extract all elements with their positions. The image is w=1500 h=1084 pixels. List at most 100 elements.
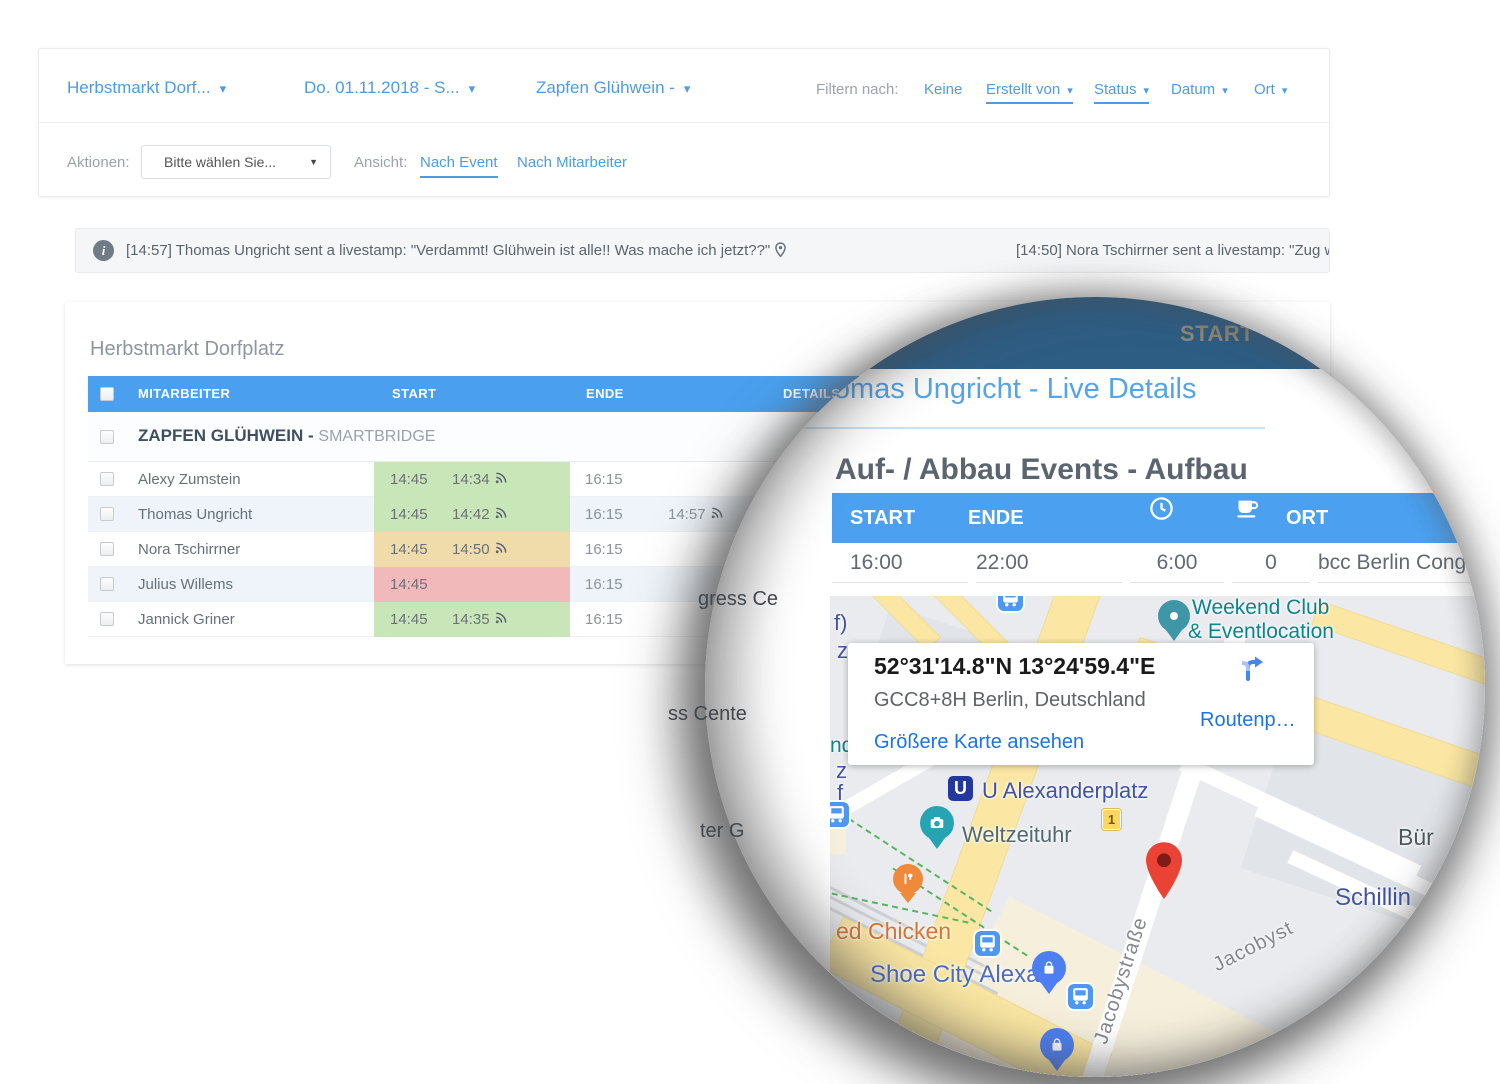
tab-by-employee[interactable]: Nach Mitarbeiter (517, 154, 627, 171)
group-checkbox[interactable] (100, 430, 114, 444)
transit-stop-icon[interactable] (998, 596, 1023, 611)
background-fragment: ss Cente (668, 703, 747, 726)
shop-label[interactable]: Shoe City Alexa (870, 961, 1039, 989)
background-fragment: gress Ce (698, 588, 778, 611)
row-checkbox[interactable] (100, 542, 114, 556)
chevron-down-icon (309, 146, 318, 178)
start-actual-time: 14:50 (452, 541, 490, 558)
poi-label[interactable]: & Eventlocation (1188, 620, 1334, 644)
livestamp-message-left[interactable]: [14:57] Thomas Ungricht sent a livestamp… (126, 242, 786, 261)
attraction-camera-pin[interactable] (920, 806, 954, 840)
row-checkbox[interactable] (100, 612, 114, 626)
tab-by-event[interactable]: Nach Event (420, 154, 498, 178)
detail-breaks: 0 (1232, 543, 1310, 583)
start-actual: 14:35 (452, 602, 508, 638)
restaurant-pin[interactable] (893, 864, 923, 894)
info-icon: i (93, 240, 114, 261)
details-time: 14:57 (668, 497, 724, 533)
livestamp-text: [14:57] Thomas Ungricht sent a livestamp… (126, 242, 770, 259)
background-fragment: ter G (700, 820, 744, 843)
attraction-label[interactable]: Weltzeituhr (962, 822, 1072, 848)
start-cell: 14:45 14:42 (374, 497, 570, 532)
start-actual-time: 14:35 (452, 611, 490, 628)
directions-icon[interactable] (1230, 647, 1266, 688)
filter-none[interactable]: Keine (924, 81, 962, 98)
location-pin-icon[interactable] (775, 242, 786, 261)
start-cell: 14:45 (374, 567, 570, 602)
nightlife-poi-pin[interactable] (1158, 600, 1190, 632)
job-dropdown[interactable]: Zapfen Glühwein - (536, 78, 690, 98)
col-start: START (832, 493, 968, 543)
detail-start: 16:00 (832, 543, 968, 583)
livestamp-rss-icon[interactable] (494, 463, 508, 498)
date-dropdown[interactable]: Do. 01.11.2018 - S... (304, 78, 475, 98)
destination-marker[interactable] (1141, 838, 1187, 909)
event-dropdown[interactable]: Herbstmarkt Dorf... (67, 78, 226, 98)
address: GCC8+8H Berlin, Deutschland (874, 689, 1146, 712)
actions-select[interactable]: Bitte wählen Sie... (141, 145, 331, 179)
view-label: Ansicht: (354, 154, 407, 171)
shopping-bag-pin[interactable] (1032, 951, 1066, 985)
select-all-checkbox[interactable] (100, 387, 114, 401)
start-planned: 14:45 (390, 462, 428, 497)
livestamp-rss-icon[interactable] (494, 603, 508, 638)
ubahn-logo-icon[interactable]: U (948, 776, 973, 801)
shopping-bag-pin[interactable] (1040, 1028, 1074, 1062)
start-cell: 14:45 14:50 (374, 532, 570, 567)
filter-location[interactable]: Ort (1254, 81, 1287, 98)
ende-time: 16:15 (585, 497, 623, 532)
col-start: START (392, 376, 436, 412)
transit-stop-icon[interactable] (830, 802, 849, 827)
filter-date[interactable]: Datum (1171, 81, 1228, 98)
ende-time: 16:15 (585, 462, 623, 497)
employee-name: Nora Tschirrner (138, 532, 240, 567)
ende-time: 16:15 (585, 567, 623, 602)
actions-label: Aktionen: (67, 154, 130, 171)
filter-label: Filtern nach: (816, 81, 899, 98)
edge-label: z (837, 638, 848, 664)
ende-time: 16:15 (585, 532, 623, 567)
livestamp-message-right[interactable]: [14:50] Nora Tschirrner sent a livestamp… (1016, 242, 1330, 259)
col-ende: ENDE (968, 493, 1114, 543)
transit-stop-icon[interactable] (975, 931, 1000, 956)
poi-label[interactable]: Weekend Club (1192, 596, 1329, 620)
toolbar-panel: Herbstmarkt Dorf... Do. 01.11.2018 - S..… (38, 48, 1330, 197)
col-mitarbeiter: MITARBEITER (138, 376, 230, 412)
restaurant-label[interactable]: ed Chicken (836, 918, 951, 945)
edge-label: f) (834, 610, 847, 636)
row-checkbox[interactable] (100, 577, 114, 591)
detail-ende: 22:00 (976, 543, 1122, 583)
livestamp-rss-icon[interactable] (710, 498, 724, 533)
start-actual-time: 14:34 (452, 471, 490, 488)
employee-name: Jannick Griner (138, 602, 235, 637)
row-checkbox[interactable] (100, 472, 114, 486)
page-title: Herbstmarkt Dorfplatz (90, 338, 285, 361)
larger-map-link[interactable]: Größere Karte ansehen (874, 731, 1084, 754)
street-name: Jacobyst (1210, 917, 1298, 977)
livestamp-rss-icon[interactable] (494, 533, 508, 568)
section-title: Auf- / Abbau Events - Aufbau (835, 453, 1248, 487)
ende-time: 16:15 (585, 602, 623, 637)
livestamp-rss-icon[interactable] (494, 498, 508, 533)
app-page: Herbstmarkt Dorf... Do. 01.11.2018 - S..… (0, 0, 1500, 1084)
row-checkbox[interactable] (100, 507, 114, 521)
group-company: SMARTBRIDGE (318, 428, 435, 445)
details-table-row[interactable]: 16:00 22:00 6:00 0 bcc Berlin Congres (832, 543, 1485, 583)
start-planned: 14:45 (390, 602, 428, 637)
map-road-right (1313, 602, 1485, 703)
group-title: ZAPFEN GLÜHWEIN - (138, 426, 314, 445)
map-infowindow: 52°31'14.8"N 13°24'59.4"E GCC8+8H Berlin… (848, 643, 1314, 765)
map-embed[interactable]: Weekend Club & Eventlocation U U Alexand… (830, 596, 1485, 1077)
transit-stop-icon[interactable] (1068, 984, 1093, 1009)
dimmed-start-column: START (1180, 321, 1254, 347)
filter-created-by[interactable]: Erstellt von (986, 81, 1073, 104)
directions-link[interactable]: Routenp… (1200, 709, 1296, 732)
map-plaza (830, 824, 846, 854)
start-planned: 14:45 (390, 532, 428, 567)
filter-status[interactable]: Status (1094, 81, 1149, 104)
station-label[interactable]: Schillin (1335, 884, 1411, 912)
modal-divider (705, 427, 1265, 429)
station-label[interactable]: U Alexanderplatz (982, 778, 1148, 804)
route-shield: 1 (1102, 809, 1121, 830)
start-actual: 14:34 (452, 462, 508, 498)
